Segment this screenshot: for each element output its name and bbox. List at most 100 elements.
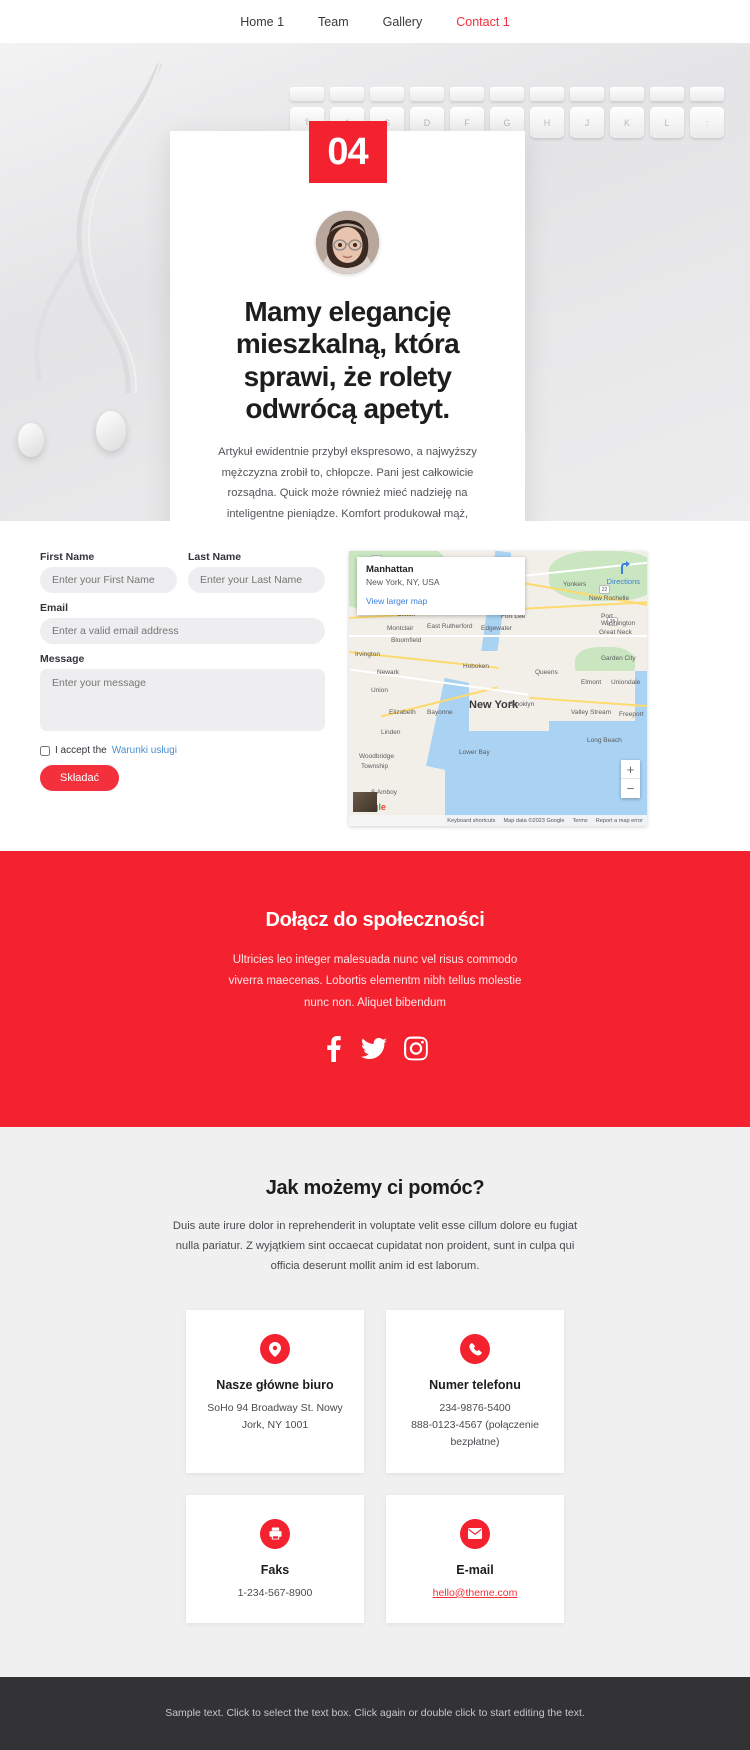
message-label: Message [40,653,85,665]
hero-paragraph: Artykuł ewidentnie przybył ekspresowo, a… [218,445,477,521]
location-pin-icon [260,1334,290,1365]
map-place-label: East Rutherford [427,623,473,630]
contact-card-text: 1-234-567-8900 [237,1586,313,1599]
phone-icon [460,1334,490,1365]
map-place-label: Edgewater [481,625,513,632]
report-map-error-link[interactable]: Report a map error [596,818,643,824]
email-label: Email [40,602,69,614]
map-data-text: Map data ©2023 Google [503,817,565,824]
last-name-label: Last Name [188,551,242,563]
contact-card-title: Faks [260,1562,290,1577]
hero-heading: Mamy elegancję mieszkalną, która sprawi,… [235,296,460,425]
help-section: Jak możemy ci pomóc? Duis aute irure dol… [0,1126,750,1678]
last-name-input[interactable] [188,567,325,593]
avatar [316,211,379,274]
instagram-icon[interactable] [404,1036,428,1067]
contact-card-fax: Faks 1-234-567-8900 [186,1494,364,1624]
earbud-right [96,411,126,451]
envelope-icon [460,1518,490,1549]
contact-card-email: E-mail hello@theme.com [386,1494,564,1624]
map-place-label: Montclair [387,625,414,632]
first-name-group: First Name [40,551,177,593]
terms-of-service-link[interactable]: Warunki usługi [112,745,177,756]
twitter-icon[interactable] [361,1036,387,1067]
map-place-card: Manhattan New York, NY, USA View larger … [357,557,525,615]
contact-form: First Name Last Name Email Message I acc… [40,551,325,851]
help-heading: Jak możemy ci pomóc? [265,1176,485,1199]
zoom-out-button[interactable]: − [621,779,640,798]
message-textarea[interactable] [40,669,325,731]
map-place-label: Port Washington [601,613,636,627]
map-place-label: Bayonne [427,709,453,716]
nav-item-contact-1[interactable]: Contact 1 [456,15,510,29]
map-place-label: Elmont [581,679,602,686]
map-place-title: Manhattan [366,564,414,575]
google-map[interactable]: Manhattan New York, NY, USA View larger … [349,551,647,826]
hero-section: ⇧AS DFG HJK L: NM <>? ⌘cmd 04 [0,43,750,521]
map-zoom-controls[interactable]: + − [621,760,640,798]
map-place-label: Irvington [355,651,380,658]
map-place-label: Queens [535,669,558,676]
map-place-label: Brooklyn [509,701,535,708]
contact-card-title: Numer telefonu [429,1378,521,1393]
accept-terms-row: I accept the Warunki usługi [40,745,325,756]
footer: Sample text. Click to select the text bo… [0,1677,750,1750]
map-place-label: Township [361,763,389,770]
map-place-label: New Rochelle [589,595,630,602]
hero-card: 04 Mamy elegancję mieszkalną, która spra… [170,121,525,521]
contact-card-title: Nasze główne biuro [216,1378,334,1393]
map-place-label: Garden City [601,655,636,662]
nav-item-gallery[interactable]: Gallery [383,15,423,29]
contact-form-section: First Name Last Name Email Message I acc… [0,521,750,851]
map-attribution-bar: Keyboard shortcuts Map data ©2023 Google… [349,815,647,826]
facebook-icon[interactable] [322,1035,344,1067]
view-larger-map-link[interactable]: View larger map [366,596,516,606]
map-place-label: Valley Stream [571,709,611,716]
last-name-group: Last Name [188,551,325,593]
community-heading: Dołącz do społeczności [265,909,485,931]
directions-arrow-icon [621,561,631,574]
earbud-left [18,423,44,457]
map-place-label: Lower Bay [459,749,490,756]
map-place-label: Bloomfield [391,637,422,644]
nav-item-home-1[interactable]: Home 1 [240,15,284,29]
map-place-label: Union [371,687,388,694]
nav-item-team[interactable]: Team [318,15,349,29]
map-place-label: Hoboken [463,663,490,670]
community-text: Ultricies leo integer malesuada nunc vel… [228,954,522,1009]
map-terms-link[interactable]: Terms [573,818,588,824]
map-place-label: Yonkers [563,581,587,588]
contact-card-phone: Numer telefonu 234-9876-5400 888-0123-45… [386,1310,564,1473]
first-name-input[interactable] [40,567,177,593]
accept-terms-checkbox[interactable] [40,745,50,756]
email-link[interactable]: hello@theme.com [433,1587,518,1599]
contact-card-office: Nasze główne biuro SoHo 94 Broadway St. … [186,1310,364,1473]
keyboard-shortcuts-link[interactable]: Keyboard shortcuts [447,818,495,824]
help-text: Duis aute irure dolor in reprehenderit i… [172,1219,578,1273]
zoom-in-button[interactable]: + [621,760,640,779]
directions-label: Directions [606,577,640,586]
route-shield-22: 22 [599,585,610,594]
map-place-label: Great Neck [599,629,632,636]
email-group: Email [40,602,325,644]
map-place-label: Freeport [619,711,644,718]
message-group: Message [40,653,325,736]
map-place-label: Long Beach [587,737,622,744]
submit-button[interactable]: Składać [40,765,120,791]
fax-icon [260,1518,290,1549]
social-links [0,1035,750,1067]
map-place-subtitle: New York, NY, USA [366,577,440,587]
map-place-label: Elizabeth [389,709,416,716]
contact-card-text: 234-9876-5400 888-0123-4567 (połączenie … [411,1402,539,1448]
accept-terms-text: I accept the [55,745,107,756]
contact-cards: Nasze główne biuro SoHo 94 Broadway St. … [0,1310,750,1624]
map-directions-button[interactable]: Directions [607,561,640,586]
contact-card-title: E-mail [456,1562,494,1577]
main-navigation: Home 1 Team Gallery Contact 1 [0,0,750,43]
hero-number-badge: 04 [308,121,387,183]
email-input[interactable] [40,618,325,644]
footer-text: Sample text. Click to select the text bo… [165,1707,585,1720]
map-place-label: Uniondale [611,679,641,686]
map-street-view-thumbnail[interactable] [353,792,377,812]
map-place-label: Newark [377,669,400,676]
